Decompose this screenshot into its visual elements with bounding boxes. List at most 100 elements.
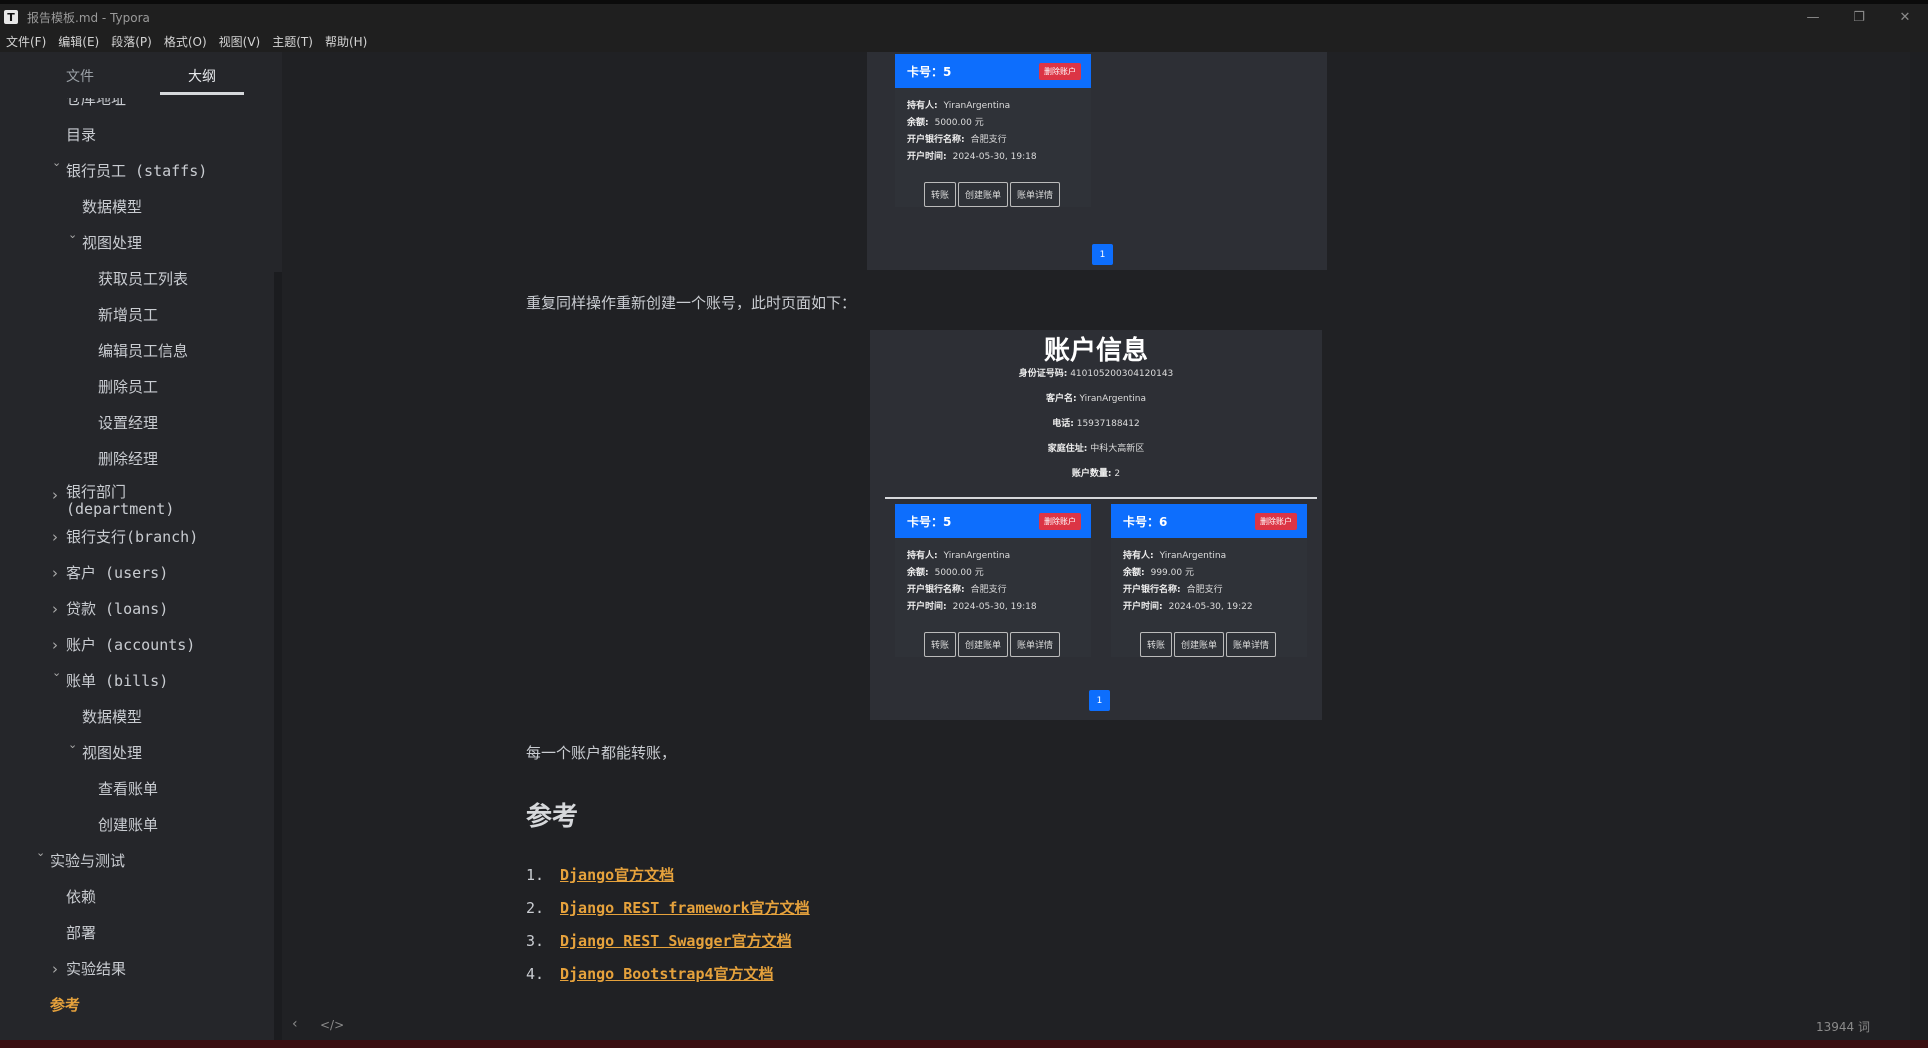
outline-item[interactable]: 设置经理 xyxy=(98,412,158,433)
chevron-down-icon[interactable]: ⌄ xyxy=(52,156,61,169)
outline-item[interactable]: 银行部门 (department) xyxy=(66,484,226,518)
account-info-title: 账户信息 xyxy=(1043,336,1148,366)
chevron-down-icon[interactable]: ⌄ xyxy=(68,738,77,751)
card-actions: 转账 创建账单 账单详情 xyxy=(907,632,1079,657)
create-bill-button: 创建账单 xyxy=(957,182,1008,207)
menu-theme[interactable]: 主题(T) xyxy=(272,33,313,50)
holder-row: 持有人: YiranArgentina xyxy=(1123,551,1227,561)
chevron-right-icon[interactable]: › xyxy=(52,528,58,546)
outline-item[interactable]: 编辑员工信息 xyxy=(98,340,188,361)
window-controls: — ❐ ✕ xyxy=(1790,4,1928,30)
outline-item[interactable]: 账单 (bills) xyxy=(66,670,168,691)
card-number: 卡号：6 xyxy=(1123,514,1168,529)
sidebar-scrollbar[interactable] xyxy=(274,272,282,1040)
outline-item[interactable]: 删除员工 xyxy=(98,376,158,397)
minimize-button[interactable]: — xyxy=(1790,4,1836,30)
menu-view[interactable]: 视图(V) xyxy=(219,33,261,50)
transfer-button: 转账 xyxy=(923,632,956,657)
chevron-down-icon[interactable]: ⌄ xyxy=(68,228,77,241)
account-card: 卡号：6 删除账户 持有人: YiranArgentina 余额: 999.00 元… xyxy=(1111,504,1307,657)
phone-row: 电话: 15937188412 xyxy=(1052,419,1140,429)
menu-paragraph[interactable]: 段落(P) xyxy=(111,33,152,50)
chevron-right-icon[interactable]: › xyxy=(52,564,58,582)
reference-link[interactable]: Django REST Swagger官方文档 xyxy=(560,932,792,950)
customer-name-row: 客户名: YiranArgentina xyxy=(1046,394,1146,404)
delete-account-button: 删除账户 xyxy=(1039,512,1081,530)
card-actions: 转账 创建账单 账单详情 xyxy=(907,182,1079,207)
id-number-row: 身份证号码: 410105200304120143 xyxy=(1018,369,1174,379)
outline-item[interactable]: 客户 (users) xyxy=(66,562,168,583)
outline-item[interactable]: 视图处理 xyxy=(82,232,142,253)
chevron-down-icon[interactable]: ⌄ xyxy=(36,846,45,859)
outline-item[interactable]: 依赖 xyxy=(66,886,96,907)
outline-item[interactable]: 目录 xyxy=(66,124,96,145)
editor-content: 卡号：5 删除账户 持有人: YiranArgentina 余额: 5000.00 … xyxy=(282,52,1910,1040)
code-icon[interactable]: </> xyxy=(320,1018,344,1032)
chevron-right-icon[interactable]: › xyxy=(52,636,58,654)
card-number: 卡号：5 xyxy=(907,64,952,79)
window-bottom-edge xyxy=(0,1040,1928,1048)
outline-item[interactable]: 删除经理 xyxy=(98,448,158,469)
chevron-right-icon[interactable]: › xyxy=(52,486,58,504)
tab-files[interactable]: 文件 xyxy=(66,66,94,86)
holder-row: 持有人: YiranArgentina xyxy=(907,551,1011,561)
card-actions: 转账 创建账单 账单详情 xyxy=(1123,632,1295,657)
tab-outline[interactable]: 大纲 xyxy=(188,66,216,86)
outline-item[interactable]: 实验结果 xyxy=(66,958,126,979)
editor-scrollbar[interactable] xyxy=(1910,52,1928,1040)
outline-item[interactable]: 数据模型 xyxy=(82,196,142,217)
outline-item[interactable]: 仓库地址 xyxy=(66,98,126,109)
paragraph: 每一个账户都能转账， xyxy=(526,744,677,762)
outline-item[interactable]: 新增员工 xyxy=(98,304,158,325)
outline-item[interactable]: 实验与测试 xyxy=(50,850,125,871)
menu-file[interactable]: 文件(F) xyxy=(6,33,46,50)
outline-item[interactable]: 创建账单 xyxy=(98,814,158,835)
chevron-right-icon[interactable]: › xyxy=(52,960,58,978)
account-card: 卡号：5 删除账户 持有人: YiranArgentina 余额: 5000.00 … xyxy=(895,54,1091,207)
outline-item[interactable]: 贷款 (loans) xyxy=(66,598,168,619)
outline-item[interactable]: 查看账单 xyxy=(98,778,158,799)
menu-format[interactable]: 格式(O) xyxy=(164,33,207,50)
active-tab-indicator xyxy=(160,92,244,95)
bill-details-button: 账单详情 xyxy=(1010,632,1061,657)
sidebar: 文件 大纲 仓库地址 目录 银行员工 (staffs) ⌄ 数据模型 视图处理 ⌄ 获取员工列… xyxy=(0,52,282,1040)
outline-item[interactable]: 参考 xyxy=(50,994,80,1015)
outline-item[interactable]: 数据模型 xyxy=(82,706,142,727)
outline-item[interactable]: 视图处理 xyxy=(82,742,142,763)
card-body: 持有人: YiranArgentina 余额: 999.00 元 开户银行名称: 合肥… xyxy=(1111,538,1307,657)
balance-row: 余额: 999.00 元 xyxy=(1123,568,1194,578)
paragraph: 重复同样操作重新创建一个账号，此时页面如下： xyxy=(526,294,857,312)
create-bill-button: 创建账单 xyxy=(957,632,1008,657)
reference-link[interactable]: Django Bootstrap4官方文档 xyxy=(560,965,774,983)
account-card: 卡号：5 删除账户 持有人: YiranArgentina 余额: 5000.00 … xyxy=(895,504,1091,657)
outline-item[interactable]: 账户 (accounts) xyxy=(66,634,195,655)
time-row: 开户时间: 2024-05-30, 19:18 xyxy=(907,152,1037,162)
menu-edit[interactable]: 编辑(E) xyxy=(58,33,99,50)
restore-button[interactable]: ❐ xyxy=(1836,4,1882,30)
account-count-row: 账户数量: 2 xyxy=(1071,469,1121,479)
close-button[interactable]: ✕ xyxy=(1882,4,1928,30)
reference-link[interactable]: Django REST framework官方文档 xyxy=(560,899,810,917)
menu-help[interactable]: 帮助(H) xyxy=(325,33,367,50)
outline-item[interactable]: 部署 xyxy=(66,922,96,943)
typora-logo-icon: T xyxy=(4,10,18,24)
chevron-right-icon[interactable]: › xyxy=(52,600,58,618)
bank-row: 开户银行名称: 合肥支行 xyxy=(907,585,1007,595)
bank-row: 开户银行名称: 合肥支行 xyxy=(1123,585,1223,595)
card-body: 持有人: YiranArgentina 余额: 5000.00 元 开户银行名称: 合… xyxy=(895,88,1091,207)
pagination-page: 1 xyxy=(1089,690,1110,711)
reference-link[interactable]: Django官方文档 xyxy=(560,866,674,884)
chevron-down-icon[interactable]: ⌄ xyxy=(52,666,61,679)
time-row: 开户时间: 2024-05-30, 19:22 xyxy=(1123,602,1253,612)
bill-details-button: 账单详情 xyxy=(1226,632,1277,657)
word-count[interactable]: 13944 词 xyxy=(1816,1018,1870,1035)
holder-row: 持有人: YiranArgentina xyxy=(907,101,1011,111)
outline-item[interactable]: 获取员工列表 xyxy=(98,268,188,289)
outline-tree: 仓库地址 目录 银行员工 (staffs) ⌄ 数据模型 视图处理 ⌄ 获取员工列表 新增员工编… xyxy=(0,98,272,1038)
outline-item[interactable]: 银行支行(branch) xyxy=(66,526,198,547)
list-item: 3. Django REST Swagger官方文档 xyxy=(526,932,792,950)
outline-item[interactable]: 银行员工 (staffs) xyxy=(66,160,207,181)
window-title: 报告模板.md - Typora xyxy=(27,10,150,25)
chevron-left-icon[interactable]: ‹ xyxy=(292,1016,298,1032)
bill-details-button: 账单详情 xyxy=(1010,182,1061,207)
